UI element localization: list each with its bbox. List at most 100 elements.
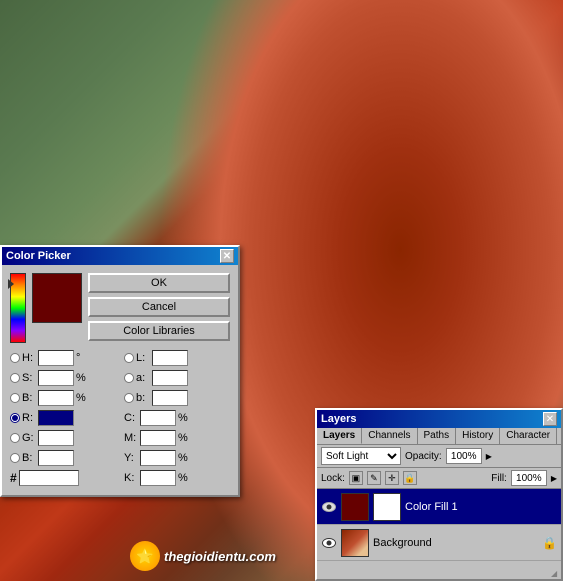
layer-bg-visibility-toggle[interactable] xyxy=(321,535,337,551)
swatch-area: OK Cancel Color Libraries xyxy=(10,273,230,343)
tab-history[interactable]: History xyxy=(456,428,500,444)
tab-character[interactable]: Character xyxy=(500,428,557,444)
fill-dropdown-arrow[interactable]: ▶ xyxy=(551,474,557,483)
s-unit: % xyxy=(76,372,86,384)
color-libraries-button[interactable]: Color Libraries xyxy=(88,321,230,341)
layer-item-background[interactable]: Background 🔒 xyxy=(317,525,561,561)
h-unit: ° xyxy=(76,352,80,364)
brgb-input[interactable]: 0 xyxy=(38,450,74,466)
lock-label: Lock: xyxy=(321,473,345,484)
layer-mask-thumb xyxy=(373,493,401,521)
r-label: R: xyxy=(22,412,36,424)
b2-radio[interactable] xyxy=(124,393,134,403)
tab-channels[interactable]: Channels xyxy=(362,428,417,444)
b-label: B: xyxy=(22,392,36,404)
brgb-label: B: xyxy=(22,452,36,464)
h-field-row: H: 0 ° xyxy=(10,349,116,367)
b-field-row: B: 40 % xyxy=(10,389,116,407)
l-radio[interactable] xyxy=(124,353,134,363)
fill-input[interactable]: 100% xyxy=(511,470,547,486)
brgb-radio[interactable] xyxy=(10,453,20,463)
layers-tabs: Layers Channels Paths History Character xyxy=(317,428,561,445)
r-field-row: R: 102 xyxy=(10,409,116,427)
bfield-radio[interactable] xyxy=(10,393,20,403)
l-field-row: L: 20 xyxy=(124,349,230,367)
opacity-dropdown-arrow[interactable]: ▶ xyxy=(486,452,492,461)
watermark: ⭐ thegioidientu.com xyxy=(130,541,276,571)
b-input[interactable]: 40 xyxy=(38,390,74,406)
y-input[interactable]: 96 xyxy=(140,450,176,466)
k-unit: % xyxy=(178,472,188,484)
layers-list: Color Fill 1 Background 🔒 xyxy=(317,489,561,561)
k-label: K: xyxy=(124,472,138,484)
lock-row: Lock: ▣ ✎ ✛ 🔒 Fill: 100% ▶ xyxy=(317,468,561,489)
dialog-close-button[interactable]: ✕ xyxy=(220,249,234,263)
dialog-body: OK Cancel Color Libraries H: 0 ° L: 20 xyxy=(2,265,238,495)
m-input[interactable]: 98 xyxy=(140,430,176,446)
layers-panel: Layers ✕ Layers Channels Paths History C… xyxy=(315,408,563,581)
watermark-text: thegioidientu.com xyxy=(164,549,276,564)
k-field-row: K: 53 % xyxy=(124,469,230,487)
lock-position-icon[interactable]: ✛ xyxy=(385,471,399,485)
b2-field-row: b: 31 xyxy=(124,389,230,407)
c-field-row: C: 34 % xyxy=(124,409,230,427)
tab-paths[interactable]: Paths xyxy=(418,428,457,444)
current-color-swatch[interactable] xyxy=(32,273,82,323)
layers-tab-label: Layers xyxy=(321,413,356,425)
brgb-field-row: B: 0 xyxy=(10,449,116,467)
hex-input[interactable]: 660000 xyxy=(19,470,79,486)
tab-layers[interactable]: Layers xyxy=(317,428,362,444)
c-input[interactable]: 34 xyxy=(140,410,176,426)
m-label: M: xyxy=(124,432,138,444)
y-field-row: Y: 96 % xyxy=(124,449,230,467)
watermark-logo-icon: ⭐ xyxy=(136,548,153,565)
opacity-input[interactable]: 100% xyxy=(446,448,482,464)
blend-mode-select[interactable]: Soft Light xyxy=(321,447,401,465)
r-input[interactable]: 102 xyxy=(38,410,74,426)
color-fields-area: H: 0 ° L: 20 S: 100 % a: 41 xyxy=(10,349,230,487)
panel-resize-handle[interactable]: ◢ xyxy=(551,569,561,579)
layer-thumbnail-background xyxy=(341,529,369,557)
l-label: L: xyxy=(136,352,150,364)
y-label: Y: xyxy=(124,452,138,464)
dialog-titlebar: Color Picker ✕ xyxy=(2,247,238,265)
k-input[interactable]: 53 xyxy=(140,470,176,486)
layer-lock-icon: 🔒 xyxy=(542,536,557,550)
spectrum-indicator xyxy=(8,279,14,289)
g-field-row: G: 0 xyxy=(10,429,116,447)
opacity-label: Opacity: xyxy=(405,451,442,462)
m-field-row: M: 98 % xyxy=(124,429,230,447)
layers-titlebar: Layers ✕ xyxy=(317,410,561,428)
y-unit: % xyxy=(178,452,188,464)
r-radio[interactable] xyxy=(10,413,20,423)
lock-transparency-icon[interactable]: ▣ xyxy=(349,471,363,485)
layers-close-button[interactable]: ✕ xyxy=(543,412,557,426)
cancel-button[interactable]: Cancel xyxy=(88,297,230,317)
spectrum-bar[interactable] xyxy=(10,273,26,343)
g-label: G: xyxy=(22,432,36,444)
a-radio[interactable] xyxy=(124,373,134,383)
layer-visibility-toggle[interactable] xyxy=(321,499,337,515)
s-field-row: S: 100 % xyxy=(10,369,116,387)
l-input[interactable]: 20 xyxy=(152,350,188,366)
s-radio[interactable] xyxy=(10,373,20,383)
lock-paint-icon[interactable]: ✎ xyxy=(367,471,381,485)
layers-title-group: Layers xyxy=(321,413,356,425)
layer-name-background: Background xyxy=(373,537,538,549)
color-swatch-container xyxy=(32,273,82,323)
buttons-area: OK Cancel Color Libraries xyxy=(88,273,230,341)
watermark-logo: ⭐ xyxy=(130,541,160,571)
c-label: C: xyxy=(124,412,138,424)
s-input[interactable]: 100 xyxy=(38,370,74,386)
layer-item-color-fill[interactable]: Color Fill 1 xyxy=(317,489,561,525)
h-input[interactable]: 0 xyxy=(38,350,74,366)
g-radio[interactable] xyxy=(10,433,20,443)
layers-controls: Soft Light Opacity: 100% ▶ xyxy=(317,445,561,468)
h-radio[interactable] xyxy=(10,353,20,363)
b2-label: b: xyxy=(136,392,150,404)
b2-input[interactable]: 31 xyxy=(152,390,188,406)
lock-all-icon[interactable]: 🔒 xyxy=(403,471,417,485)
g-input[interactable]: 0 xyxy=(38,430,74,446)
a-input[interactable]: 41 xyxy=(152,370,188,386)
ok-button[interactable]: OK xyxy=(88,273,230,293)
